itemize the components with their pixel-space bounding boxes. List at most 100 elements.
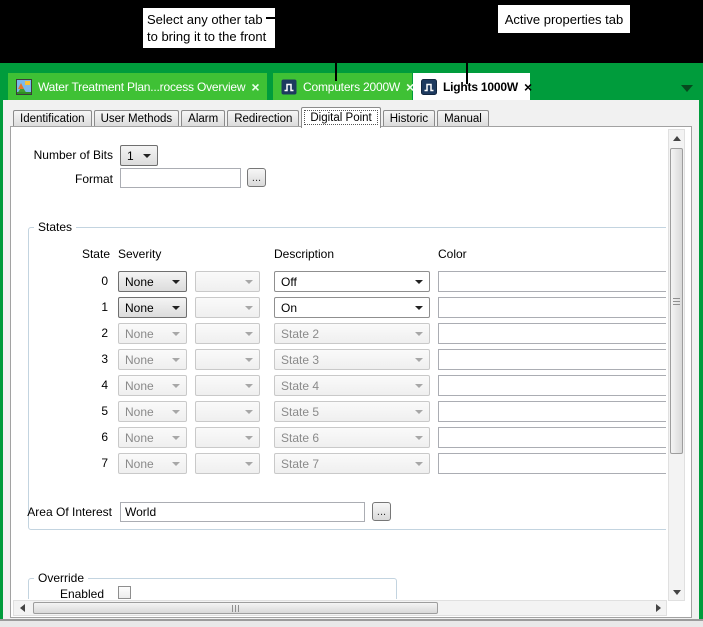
- format-browse-button[interactable]: ...: [247, 168, 266, 187]
- severity-combobox: None: [118, 323, 187, 344]
- sub-severity-combobox: [195, 427, 260, 448]
- tab-alarm[interactable]: Alarm: [181, 110, 225, 126]
- doc-tab-lights-active[interactable]: Lights 1000W ×: [413, 73, 530, 100]
- scroll-right-button[interactable]: [650, 601, 666, 615]
- column-header-description: Description: [274, 247, 334, 261]
- chevron-down-icon: [172, 332, 180, 336]
- tab-historic[interactable]: Historic: [383, 110, 435, 126]
- window-bottom-strip: [0, 621, 703, 627]
- vertical-scrollbar-thumb[interactable]: [670, 148, 683, 454]
- digital-point-pulse-icon: [421, 79, 437, 95]
- chevron-down-icon: [245, 410, 253, 414]
- chevron-down-icon: [172, 384, 180, 388]
- sub-severity-combobox: [195, 349, 260, 370]
- tab-identification[interactable]: Identification: [13, 110, 92, 126]
- tab-user-methods[interactable]: User Methods: [94, 110, 180, 126]
- digital-point-page-content: Number of Bits 1 Format ... States State…: [11, 127, 666, 599]
- color-input[interactable]: [438, 375, 666, 396]
- document-tab-bar: Water Treatment Plan...rocess Overview ×…: [0, 63, 703, 100]
- color-input[interactable]: [438, 427, 666, 448]
- state-number: 6: [75, 430, 108, 444]
- number-of-bits-label: Number of Bits: [11, 148, 113, 162]
- digital-point-pulse-icon: [281, 79, 297, 95]
- description-combobox: State 4: [274, 375, 430, 396]
- severity-combobox[interactable]: None: [118, 271, 187, 292]
- tab-manual[interactable]: Manual: [437, 110, 489, 126]
- application-window: Water Treatment Plan...rocess Overview ×…: [0, 0, 703, 627]
- states-group-title: States: [34, 220, 76, 234]
- doc-tab-label: Water Treatment Plan...rocess Overview: [38, 80, 245, 94]
- state-number: 3: [75, 352, 108, 366]
- severity-combobox[interactable]: None: [118, 297, 187, 318]
- vertical-scrollbar[interactable]: [668, 129, 685, 601]
- severity-combobox: None: [118, 375, 187, 396]
- sub-severity-combobox: [195, 271, 260, 292]
- override-group-title: Override: [34, 571, 88, 585]
- tab-digital-point[interactable]: Digital Point: [301, 107, 380, 128]
- color-input[interactable]: [438, 323, 666, 344]
- scroll-down-button[interactable]: [669, 584, 684, 600]
- chevron-down-icon: [245, 462, 253, 466]
- enabled-label: Enabled: [31, 587, 104, 599]
- chevron-down-icon: [172, 306, 180, 310]
- state-number: 2: [75, 326, 108, 340]
- sub-severity-combobox: [195, 453, 260, 474]
- green-frame-right: [699, 100, 703, 619]
- description-combobox[interactable]: Off: [274, 271, 430, 292]
- area-of-interest-browse-button[interactable]: ...: [372, 502, 391, 521]
- callout-active-properties-tab: Active properties tab: [498, 5, 630, 33]
- color-input[interactable]: [438, 271, 666, 292]
- area-of-interest-input[interactable]: [120, 502, 365, 522]
- property-tab-strip: Identification User Methods Alarm Redire…: [13, 110, 489, 127]
- chevron-down-icon: [245, 280, 253, 284]
- chevron-down-icon: [245, 436, 253, 440]
- format-label: Format: [11, 172, 113, 186]
- green-frame-left: [0, 100, 3, 619]
- chevron-down-icon: [415, 306, 423, 310]
- arrow-down-icon: [673, 590, 681, 595]
- scroll-up-button[interactable]: [669, 130, 684, 146]
- severity-combobox: None: [118, 427, 187, 448]
- sub-severity-combobox: [195, 375, 260, 396]
- color-input[interactable]: [438, 349, 666, 370]
- state-number: 0: [75, 274, 108, 288]
- tab-redirection[interactable]: Redirection: [227, 110, 299, 126]
- horizontal-scrollbar-thumb[interactable]: [33, 602, 438, 614]
- color-input[interactable]: [438, 297, 666, 318]
- severity-combobox: None: [118, 453, 187, 474]
- format-input[interactable]: [120, 168, 241, 188]
- state-number: 5: [75, 404, 108, 418]
- chevron-down-icon: [415, 332, 423, 336]
- doc-tab-computers[interactable]: Computers 2000W ×: [273, 73, 412, 100]
- arrow-up-icon: [673, 136, 681, 141]
- number-of-bits-combobox[interactable]: 1: [120, 145, 158, 166]
- chevron-down-icon: [415, 358, 423, 362]
- chevron-down-icon: [245, 332, 253, 336]
- sub-severity-combobox: [195, 323, 260, 344]
- chevron-down-icon: [415, 436, 423, 440]
- description-combobox: State 2: [274, 323, 430, 344]
- callout-select-other-tab: Select any other tab to bring it to the …: [143, 8, 275, 48]
- state-number: 4: [75, 378, 108, 392]
- chevron-down-icon: [245, 358, 253, 362]
- severity-combobox: None: [118, 401, 187, 422]
- close-icon[interactable]: ×: [524, 80, 532, 94]
- callout-connector-line: [266, 17, 337, 19]
- chevron-down-icon: [172, 358, 180, 362]
- chevron-down-icon: [172, 280, 180, 284]
- arrow-left-icon: [20, 604, 25, 612]
- close-icon[interactable]: ×: [251, 80, 259, 94]
- description-combobox[interactable]: On: [274, 297, 430, 318]
- arrow-right-icon: [656, 604, 661, 612]
- enabled-checkbox[interactable]: [118, 586, 131, 599]
- scroll-left-button[interactable]: [14, 601, 30, 615]
- doc-tab-water-treatment[interactable]: Water Treatment Plan...rocess Overview ×: [8, 73, 267, 100]
- tab-overflow-chevron-down-icon[interactable]: [681, 85, 693, 92]
- color-input[interactable]: [438, 401, 666, 422]
- callout-connector-line: [466, 33, 468, 84]
- doc-tab-label: Lights 1000W: [443, 80, 518, 94]
- horizontal-scrollbar[interactable]: [13, 600, 667, 616]
- callout-connector-line: [335, 17, 337, 81]
- chevron-down-icon: [172, 410, 180, 414]
- color-input[interactable]: [438, 453, 666, 474]
